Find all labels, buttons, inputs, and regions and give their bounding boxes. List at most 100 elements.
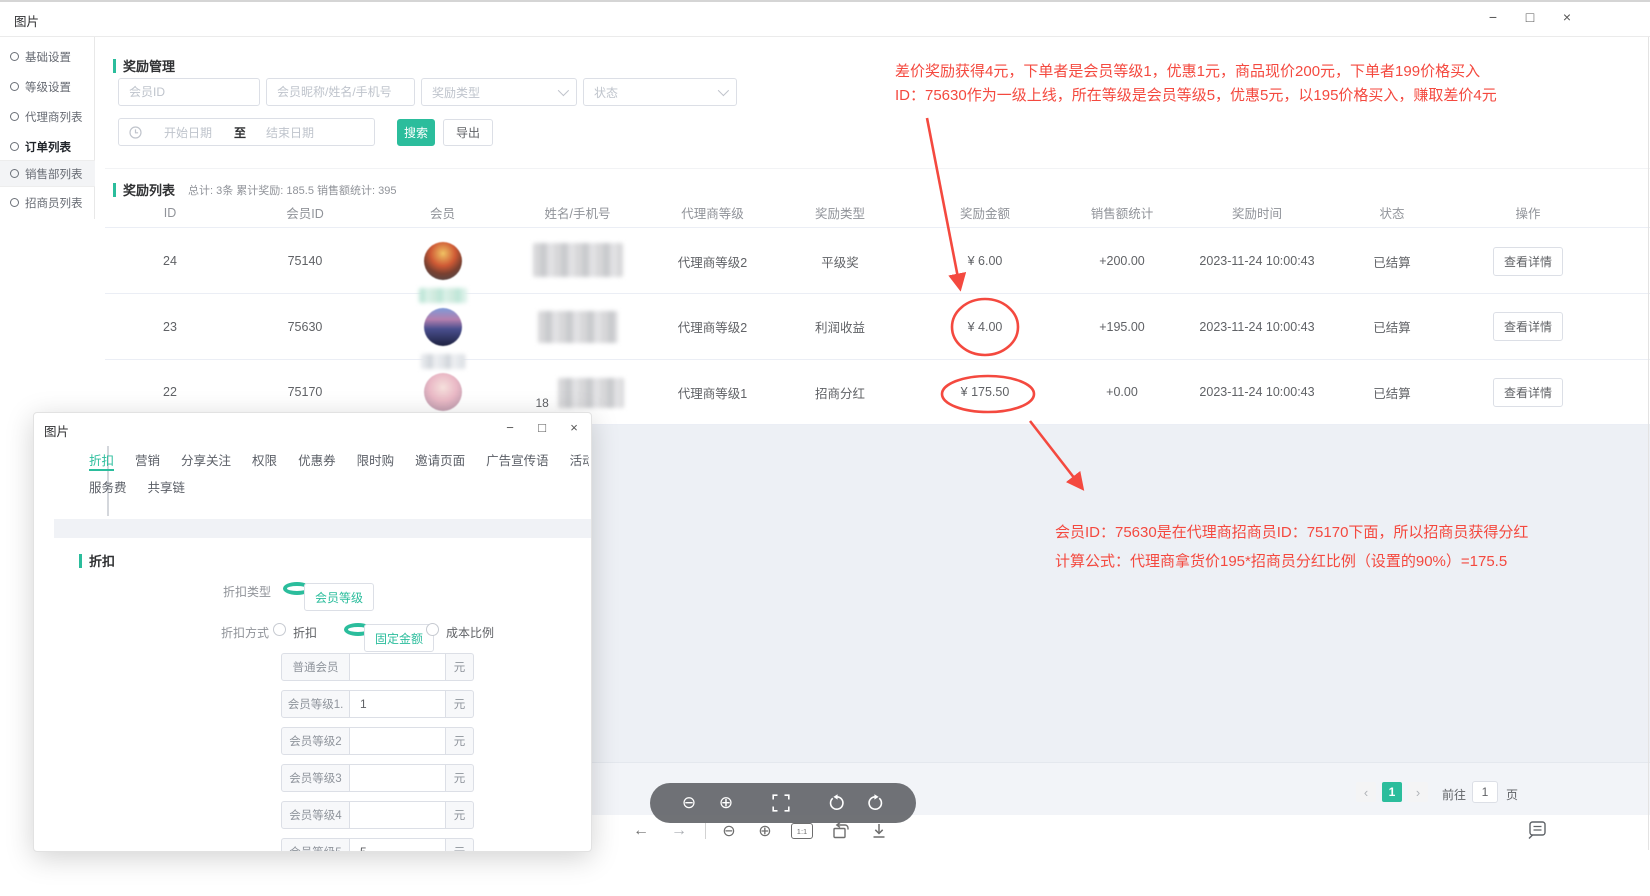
goto-label: 前往 — [1442, 786, 1466, 803]
status-select[interactable]: 状态 — [583, 78, 737, 106]
field-input[interactable] — [350, 690, 446, 718]
tab-permission[interactable]: 权限 — [252, 450, 277, 469]
blurred-name — [533, 243, 623, 277]
tab-marketing[interactable]: 营销 — [135, 450, 160, 469]
actual-size-icon[interactable]: 1:1 — [791, 823, 813, 839]
tab-discount[interactable]: 折扣 — [89, 450, 114, 469]
radio-circle-icon — [10, 112, 19, 121]
rotate-cw-icon[interactable] — [860, 783, 890, 823]
field-label: 会员等级2 — [281, 727, 350, 755]
sidebar-item-agent-list[interactable]: 代理商列表 — [0, 103, 95, 130]
field-input[interactable] — [350, 801, 446, 829]
maximize-button[interactable]: □ — [1513, 2, 1547, 32]
select-placeholder: 奖励类型 — [432, 84, 558, 101]
download-icon[interactable] — [866, 820, 892, 842]
cell-status: 已结算 — [1340, 317, 1444, 336]
radio-circle-icon — [10, 198, 19, 207]
notes-panel-icon[interactable] — [1526, 819, 1548, 841]
goto-page-input[interactable] — [1472, 781, 1498, 803]
member-name-input[interactable] — [266, 78, 415, 106]
sidebar-item-order-list[interactable]: 订单列表 — [0, 133, 95, 160]
prev-page-button[interactable]: ‹ — [1356, 782, 1376, 802]
cell-avatar — [375, 242, 510, 280]
field-row-level2: 会员等级2 元 — [281, 727, 474, 755]
avatar — [424, 308, 462, 346]
tab-activity[interactable]: 活动列 — [570, 450, 589, 469]
zoom-out-icon[interactable]: ⊖ — [716, 820, 742, 842]
field-input[interactable] — [350, 764, 446, 792]
radio-member-level-label[interactable]: 会员等级 — [304, 583, 374, 611]
export-button[interactable]: 导出 — [443, 119, 493, 146]
view-detail-button[interactable]: 查看详情 — [1493, 378, 1563, 407]
fullscreen-icon[interactable] — [766, 783, 796, 823]
field-label: 会员等级5 — [281, 838, 350, 852]
dialog-maximize-button[interactable]: □ — [527, 415, 557, 441]
col-header: 姓名/手机号 — [510, 203, 645, 222]
cell-time: 2023-11-24 10:00:43 — [1174, 320, 1340, 334]
view-detail-button[interactable]: 查看详情 — [1493, 247, 1563, 276]
cell-reward-type: 利润收益 — [780, 317, 900, 336]
rotate-ccw-icon[interactable] — [822, 783, 852, 823]
sidebar-item-level-settings[interactable]: 等级设置 — [0, 73, 95, 100]
reward-type-select[interactable]: 奖励类型 — [421, 78, 577, 106]
sidebar-item-recruiter-list[interactable]: 招商员列表 — [0, 189, 95, 216]
radio-discount-label[interactable]: 折扣 — [293, 624, 317, 641]
field-label: 普通会员 — [281, 653, 350, 681]
zoom-in-icon[interactable]: ⊕ — [711, 783, 741, 823]
tab-share-follow[interactable]: 分享关注 — [181, 450, 231, 469]
field-suffix: 元 — [446, 653, 474, 681]
cell-status: 已结算 — [1340, 252, 1444, 271]
sidebar-item-label: 订单列表 — [25, 139, 71, 155]
tab-coupon[interactable]: 优惠券 — [298, 450, 336, 469]
cell-agent-level: 代理商等级2 — [645, 317, 780, 336]
sidebar-item-sales-list[interactable]: 销售部列表 — [0, 160, 95, 187]
tab-ad-slogan[interactable]: 广告宣传语 — [486, 450, 549, 469]
discount-type-label: 折扣类型 — [223, 583, 271, 600]
discount-mode-label: 折扣方式 — [221, 624, 269, 641]
tab-service-fee[interactable]: 服务费 — [89, 477, 127, 496]
sidebar: 基础设置 等级设置 代理商列表 订单列表 销售部列表 招商员列表 — [0, 37, 95, 219]
field-label: 会员等级4 — [281, 801, 350, 829]
cell-id: 24 — [105, 254, 235, 268]
select-placeholder: 状态 — [594, 84, 718, 101]
rotate-icon[interactable] — [828, 820, 854, 842]
close-button[interactable]: × — [1550, 2, 1584, 32]
image-viewer-toolbar: ⊖ ⊕ — [650, 783, 916, 823]
radio-fixed-amount-label[interactable]: 固定金额 — [364, 624, 434, 652]
forward-icon[interactable]: → — [666, 820, 692, 842]
list-summary: 总计: 3条 累计奖励: 185.5 销售额统计: 395 — [188, 182, 396, 198]
radio-cost-ratio-label[interactable]: 成本比例 — [446, 624, 494, 641]
tab-flash-sale[interactable]: 限时购 — [357, 450, 395, 469]
tab-invite-page[interactable]: 邀请页面 — [415, 450, 465, 469]
view-detail-button[interactable]: 查看详情 — [1493, 312, 1563, 341]
sidebar-item-basic-settings[interactable]: 基础设置 — [0, 43, 95, 70]
back-icon[interactable]: ← — [628, 820, 654, 842]
tab-shared-chain[interactable]: 共享链 — [148, 477, 186, 496]
minimize-button[interactable]: − — [1476, 2, 1510, 32]
dialog-close-button[interactable]: × — [559, 415, 589, 441]
member-id-input[interactable] — [118, 78, 260, 106]
radio-cost-ratio[interactable] — [426, 623, 439, 636]
annotation-bottom-line2: 计算公式：代理商拿货价195*招商员分红比例（设置的90%）=175.5 — [1055, 550, 1507, 571]
sidebar-item-label: 销售部列表 — [25, 166, 83, 182]
cell-amount: ¥ 6.00 — [900, 254, 1070, 268]
field-input[interactable] — [350, 653, 446, 681]
reward-manage-heading: 奖励管理 — [113, 56, 175, 75]
radio-circle-icon — [10, 82, 19, 91]
field-input[interactable] — [350, 838, 446, 852]
next-page-button[interactable]: › — [1408, 782, 1428, 802]
date-to-label: 至 — [234, 124, 246, 141]
field-suffix: 元 — [446, 838, 474, 852]
section-bar — [113, 183, 116, 197]
current-page-button[interactable]: 1 — [1382, 782, 1402, 802]
field-suffix: 元 — [446, 764, 474, 792]
zoom-out-icon[interactable]: ⊖ — [674, 783, 704, 823]
field-input[interactable] — [350, 727, 446, 755]
dialog-minimize-button[interactable]: − — [495, 415, 525, 441]
search-button[interactable]: 搜索 — [397, 119, 435, 146]
radio-discount[interactable] — [273, 623, 286, 636]
dialog-tabs-row2: 服务费 共享链 — [89, 477, 589, 496]
col-header: 奖励类型 — [780, 203, 900, 222]
zoom-in-icon[interactable]: ⊕ — [752, 820, 778, 842]
date-range-picker[interactable]: 开始日期 至 结束日期 — [118, 118, 375, 146]
